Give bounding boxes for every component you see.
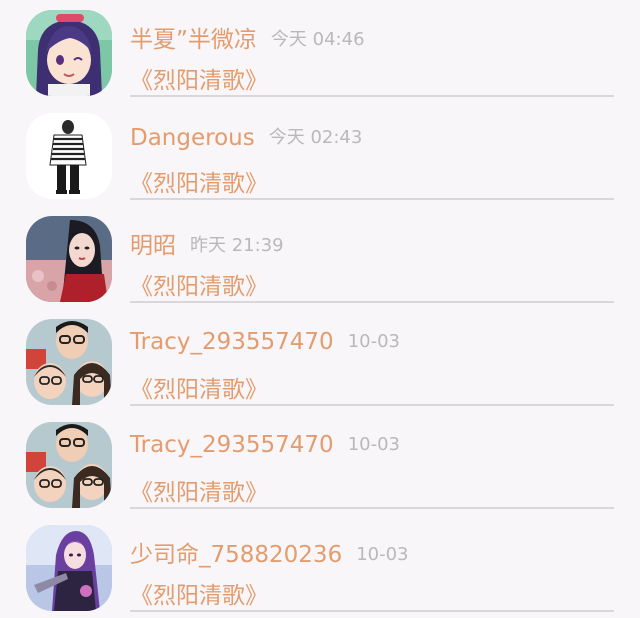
divider (130, 404, 614, 406)
sender-name: 明昭 昨天 21:39 (130, 233, 284, 259)
message-list: 半夏”半微凉 今天 04:46 《烈阳清歌》 Dangerous 今天 02:4… (0, 0, 640, 618)
timestamp: 今天 04:46 (270, 29, 365, 50)
anime-girl-avatar-icon (26, 10, 112, 96)
timestamp: 昨天 21:39 (190, 235, 284, 256)
sender-name: Dangerous 今天 02:43 (130, 125, 363, 151)
list-item[interactable]: Tracy_293557470 10-03 《烈阳清歌》 (0, 309, 640, 412)
book-title: 《烈阳清歌》 (130, 68, 268, 94)
game-character-avatar-icon (26, 525, 112, 611)
timestamp: 10-03 (356, 544, 409, 565)
divider (130, 198, 614, 200)
sender-name: Tracy_293557470 10-03 (130, 329, 400, 355)
book-title: 《烈阳清歌》 (130, 480, 268, 506)
sender-name: 少司命_758820236 10-03 (130, 542, 409, 568)
list-item[interactable]: Dangerous 今天 02:43 《烈阳清歌》 (0, 103, 640, 206)
timestamp: 10-03 (347, 434, 400, 455)
list-item[interactable]: 明昭 昨天 21:39 《烈阳清歌》 (0, 206, 640, 309)
list-item[interactable]: 少司命_758820236 10-03 《烈阳清歌》 (0, 515, 640, 618)
divider (130, 507, 614, 509)
sender-name: 半夏”半微凉 今天 04:46 (130, 27, 365, 53)
list-item[interactable]: Tracy_293557470 10-03 《烈阳清歌》 (0, 412, 640, 515)
avatar[interactable] (26, 319, 112, 405)
book-title: 《烈阳清歌》 (130, 377, 268, 403)
book-title: 《烈阳清歌》 (130, 171, 268, 197)
avatar[interactable] (26, 10, 112, 96)
divider (130, 610, 614, 612)
divider (130, 95, 614, 97)
timestamp: 今天 02:43 (268, 127, 363, 148)
striped-shirt-avatar-icon (26, 113, 112, 199)
timestamp: 10-03 (347, 331, 400, 352)
book-title: 《烈阳清歌》 (130, 583, 268, 609)
book-title: 《烈阳清歌》 (130, 274, 268, 300)
avatar[interactable] (26, 422, 112, 508)
avatar[interactable] (26, 525, 112, 611)
avatar[interactable] (26, 216, 112, 302)
family-photo-avatar-icon (26, 319, 112, 405)
avatar[interactable] (26, 113, 112, 199)
family-photo-avatar-icon (26, 422, 112, 508)
list-item[interactable]: 半夏”半微凉 今天 04:46 《烈阳清歌》 (0, 0, 640, 103)
costume-woman-avatar-icon (26, 216, 112, 302)
sender-name: Tracy_293557470 10-03 (130, 432, 400, 458)
divider (130, 301, 614, 303)
